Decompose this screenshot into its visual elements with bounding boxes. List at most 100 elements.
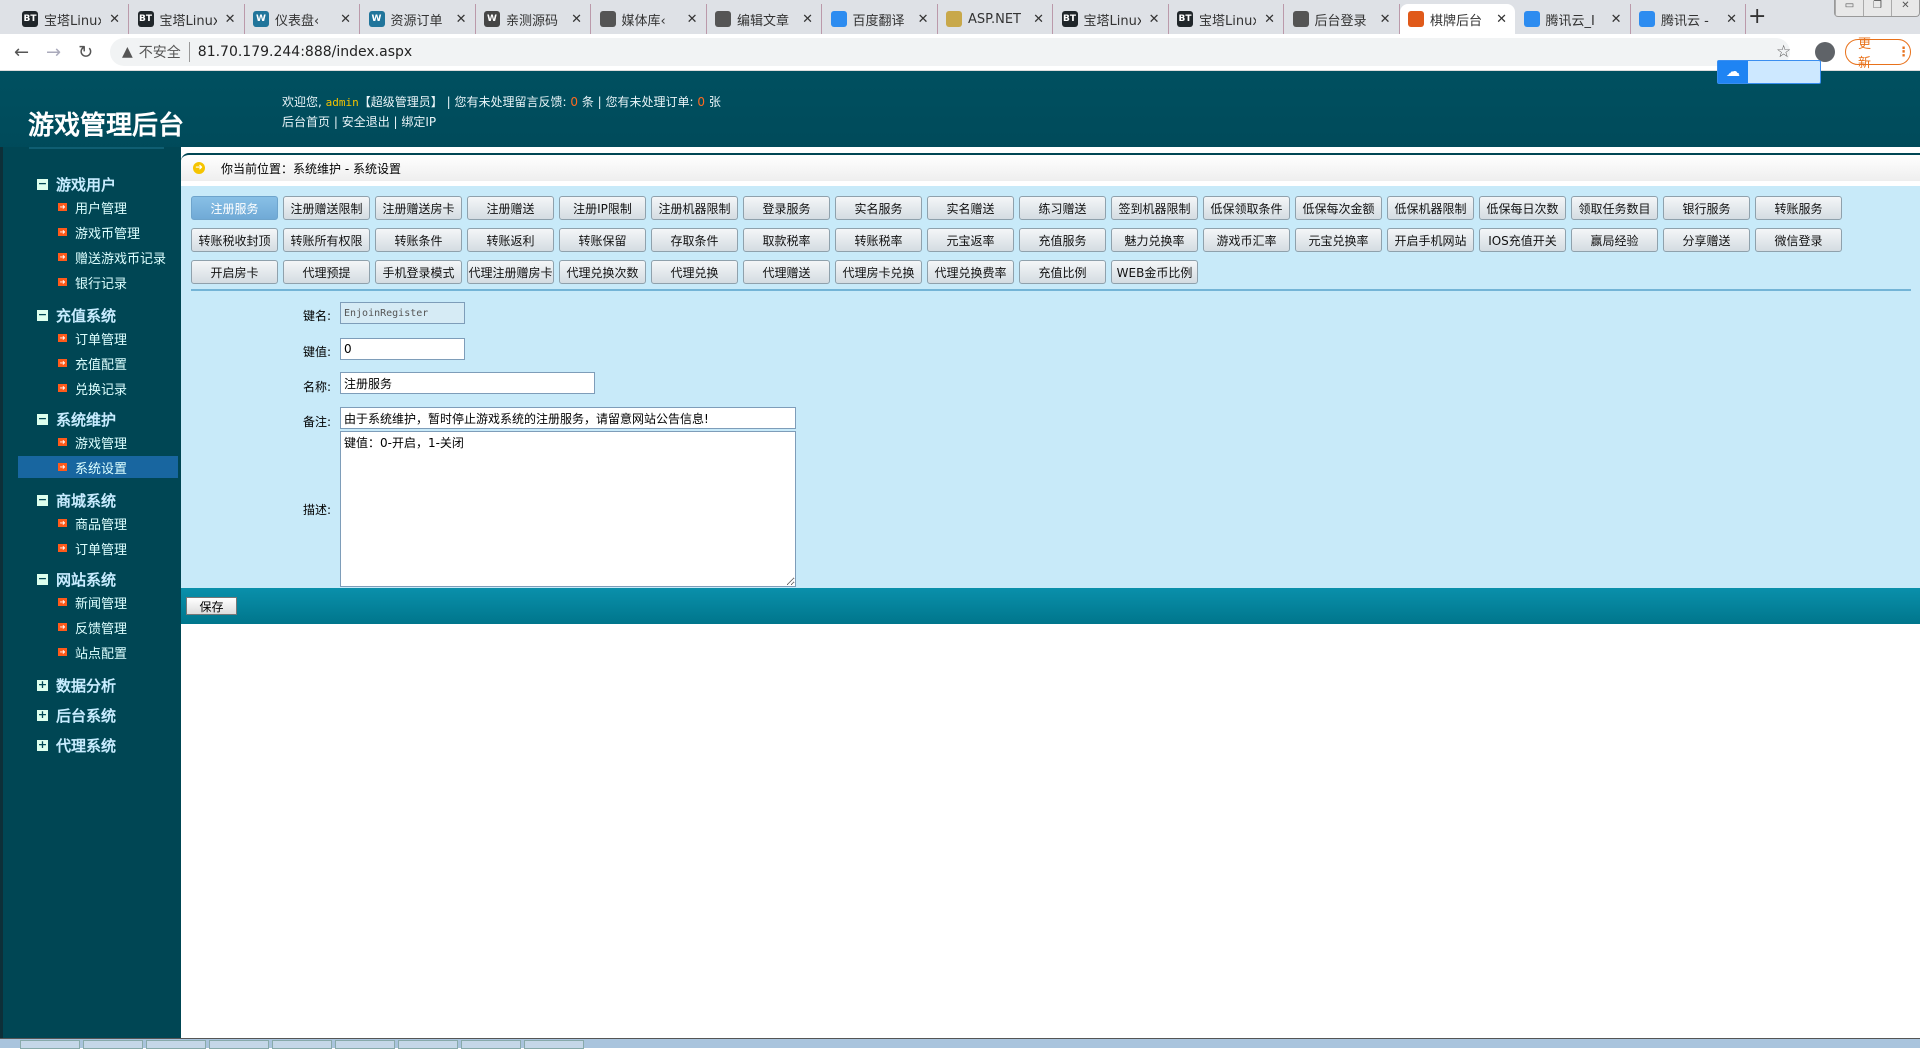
- browser-tab[interactable]: BT 宝塔Linux ✕: [1169, 4, 1284, 34]
- tab-close-icon[interactable]: ✕: [1380, 12, 1391, 27]
- url-input[interactable]: ▲ 不安全 81.70.179.244:888/index.aspx: [110, 38, 1790, 66]
- sidebar-group[interactable]: − 游戏用户: [37, 174, 116, 195]
- orders-count[interactable]: 0: [697, 95, 705, 109]
- sidebar-group[interactable]: − 系统维护: [37, 409, 116, 430]
- config-button[interactable]: 代理兑换: [651, 260, 738, 284]
- config-button[interactable]: 存取条件: [651, 228, 738, 252]
- config-button[interactable]: 低保机器限制: [1387, 196, 1474, 220]
- back-icon[interactable]: ←: [14, 42, 29, 63]
- config-button[interactable]: 注册机器限制: [651, 196, 738, 220]
- config-button[interactable]: 转账服务: [1755, 196, 1842, 220]
- browser-tab[interactable]: ASP.NET ✕: [938, 4, 1053, 34]
- config-button[interactable]: 代理赠送: [743, 260, 830, 284]
- save-button[interactable]: 保存: [186, 597, 237, 615]
- sidebar-item[interactable]: ➜ 银行记录: [18, 271, 178, 293]
- config-button[interactable]: 元宝返率: [927, 228, 1014, 252]
- browser-tab[interactable]: BT 宝塔Linux ✕: [1054, 4, 1169, 34]
- config-button[interactable]: 领取任务数目: [1571, 196, 1658, 220]
- config-button[interactable]: 赢局经验: [1571, 228, 1658, 252]
- sidebar-item[interactable]: ➜ 商品管理: [18, 512, 178, 534]
- sidebar-item[interactable]: ➜ 新闻管理: [18, 591, 178, 613]
- config-button[interactable]: 微信登录: [1755, 228, 1842, 252]
- browser-tab[interactable]: 编辑文章 ✕: [707, 4, 822, 34]
- config-button[interactable]: 转账税率: [835, 228, 922, 252]
- tab-close-icon[interactable]: ✕: [456, 12, 467, 27]
- browser-tab[interactable]: 百度翻译 ✕: [823, 4, 938, 34]
- bookmark-star-icon[interactable]: ☆: [1776, 42, 1791, 62]
- config-button[interactable]: 注册服务: [191, 196, 278, 220]
- config-button[interactable]: 实名服务: [835, 196, 922, 220]
- sidebar-group[interactable]: + 代理系统: [37, 735, 116, 756]
- sidebar-item[interactable]: ➜ 游戏币管理: [18, 221, 178, 243]
- sidebar-item[interactable]: ➜ 站点配置: [18, 641, 178, 663]
- browser-tab[interactable]: 媒体库‹ ✕: [592, 4, 707, 34]
- config-button[interactable]: 开启手机网站: [1387, 228, 1474, 252]
- config-button[interactable]: 签到机器限制: [1111, 196, 1198, 220]
- sidebar-item[interactable]: ➜ 赠送游戏币记录: [18, 246, 178, 268]
- config-button[interactable]: 注册赠送房卡: [375, 196, 462, 220]
- close-window-button[interactable]: ✕: [1891, 0, 1919, 16]
- browser-tab[interactable]: W 亲测源码 ✕: [476, 4, 591, 34]
- config-button[interactable]: 登录服务: [743, 196, 830, 220]
- sidebar-item[interactable]: ➜ 反馈管理: [18, 616, 178, 638]
- config-button[interactable]: 充值比例: [1019, 260, 1106, 284]
- config-button[interactable]: 代理房卡兑换: [835, 260, 922, 284]
- tab-close-icon[interactable]: ✕: [1726, 12, 1737, 27]
- config-button[interactable]: 代理预提: [283, 260, 370, 284]
- note-field[interactable]: [340, 407, 796, 429]
- config-button[interactable]: 游戏币汇率: [1203, 228, 1290, 252]
- config-button[interactable]: 元宝兑换率: [1295, 228, 1382, 252]
- forward-icon[interactable]: →: [46, 42, 61, 63]
- config-button[interactable]: 银行服务: [1663, 196, 1750, 220]
- update-button[interactable]: 更新 ⋮: [1845, 37, 1911, 71]
- tab-close-icon[interactable]: ✕: [687, 12, 698, 27]
- browser-tab[interactable]: BT 宝塔Linux ✕: [130, 4, 245, 34]
- browser-tab[interactable]: BT 宝塔Linux ✕: [14, 4, 129, 34]
- key-value-field[interactable]: [340, 338, 465, 360]
- config-button[interactable]: 手机登录模式: [375, 260, 462, 284]
- config-button[interactable]: 转账条件: [375, 228, 462, 252]
- browser-tab[interactable]: 腾讯云 - ✕: [1631, 4, 1746, 34]
- config-button[interactable]: 注册赠送: [467, 196, 554, 220]
- bind-ip-link[interactable]: 绑定IP: [401, 115, 436, 129]
- tab-close-icon[interactable]: ✕: [1611, 12, 1622, 27]
- config-button[interactable]: 转账返利: [467, 228, 554, 252]
- config-button[interactable]: 代理兑换次数: [559, 260, 646, 284]
- config-button[interactable]: 充值服务: [1019, 228, 1106, 252]
- config-button[interactable]: IOS充值开关: [1479, 228, 1566, 252]
- config-button[interactable]: WEB金币比例: [1111, 260, 1198, 284]
- config-button[interactable]: 低保领取条件: [1203, 196, 1290, 220]
- tab-close-icon[interactable]: ✕: [571, 12, 582, 27]
- browser-tab[interactable]: W 仪表盘‹ ✕: [245, 4, 360, 34]
- sidebar-group[interactable]: + 后台系统: [37, 705, 116, 726]
- config-button[interactable]: 魅力兑换率: [1111, 228, 1198, 252]
- name-field[interactable]: [340, 372, 595, 394]
- tab-close-icon[interactable]: ✕: [1149, 12, 1160, 27]
- sidebar-group[interactable]: − 充值系统: [37, 305, 116, 326]
- feedback-count[interactable]: 0: [570, 95, 578, 109]
- config-button[interactable]: 低保每日次数: [1479, 196, 1566, 220]
- config-button[interactable]: 注册赠送限制: [283, 196, 370, 220]
- tab-close-icon[interactable]: ✕: [225, 12, 236, 27]
- config-button[interactable]: 练习赠送: [1019, 196, 1106, 220]
- sidebar-group[interactable]: − 商城系统: [37, 490, 116, 511]
- sidebar-item[interactable]: ➜ 充值配置: [18, 352, 178, 374]
- tab-close-icon[interactable]: ✕: [1496, 12, 1507, 27]
- config-button[interactable]: 实名赠送: [927, 196, 1014, 220]
- config-button[interactable]: 转账税收封顶: [191, 228, 278, 252]
- tab-close-icon[interactable]: ✕: [1264, 12, 1275, 27]
- sidebar-group[interactable]: + 数据分析: [37, 675, 116, 696]
- config-button[interactable]: 代理注册赠房卡: [467, 260, 554, 284]
- key-name-field[interactable]: [340, 302, 465, 324]
- config-button[interactable]: 开启房卡: [191, 260, 278, 284]
- config-button[interactable]: 分享赠送: [1663, 228, 1750, 252]
- cloud-extension-widget[interactable]: ☁: [1717, 60, 1821, 84]
- restore-button[interactable]: ❐: [1863, 0, 1891, 16]
- tab-close-icon[interactable]: ✕: [340, 12, 351, 27]
- browser-tab[interactable]: W 资源订单 ✕: [361, 4, 476, 34]
- new-tab-button[interactable]: +: [1748, 4, 1766, 29]
- sidebar-item[interactable]: ➜ 订单管理: [18, 537, 178, 559]
- browser-tab[interactable]: 后台登录 ✕: [1285, 4, 1400, 34]
- sidebar-item[interactable]: ➜ 订单管理: [18, 327, 178, 349]
- config-button[interactable]: 注册IP限制: [559, 196, 646, 220]
